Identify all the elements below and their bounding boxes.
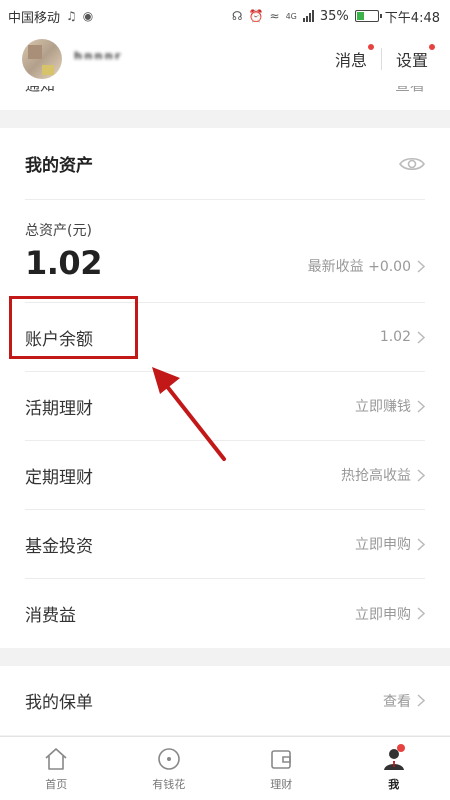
chevron-right-icon bbox=[417, 330, 425, 344]
assets-title: 我的资产 bbox=[25, 156, 93, 176]
asset-row-right: 1.02 bbox=[380, 329, 425, 345]
tab-label: 我 bbox=[388, 777, 400, 791]
partial-row-label: 通知 bbox=[25, 86, 55, 110]
signal-icon bbox=[302, 10, 314, 22]
asset-row-label: 账户余额 bbox=[25, 329, 93, 350]
header-actions: 消息 设置 bbox=[327, 44, 436, 71]
partial-list-row[interactable]: 通知 查看 bbox=[0, 86, 450, 110]
tab-credit[interactable]: 有钱花 bbox=[113, 737, 226, 800]
asset-row-right: 立即申购 bbox=[355, 534, 425, 554]
asset-row-value: 热抢高收益 bbox=[341, 468, 411, 484]
chevron-right-icon bbox=[417, 537, 425, 551]
asset-row-value: 立即赚钱 bbox=[355, 399, 411, 415]
avatar[interactable] bbox=[22, 39, 62, 79]
asset-row-label: 消费益 bbox=[25, 606, 76, 626]
asset-row-right: 立即赚钱 bbox=[355, 396, 425, 416]
asset-row-fund[interactable]: 基金投资 立即申购 bbox=[25, 510, 425, 579]
section-gap bbox=[0, 110, 450, 128]
asset-row-value: 立即申购 bbox=[355, 537, 411, 553]
wallet-icon bbox=[271, 749, 292, 769]
hd-voice-icon: ♫ bbox=[66, 9, 77, 23]
policy-card: 我的保单 查看 bbox=[0, 666, 450, 735]
tab-home[interactable]: 首页 bbox=[0, 737, 113, 800]
battery-icon bbox=[354, 10, 382, 22]
alarm-icon: ⏰ bbox=[248, 9, 264, 23]
total-assets-label: 总资产(元) bbox=[25, 223, 92, 239]
chevron-right-icon bbox=[417, 694, 425, 707]
tab-wealth[interactable]: 理财 bbox=[225, 737, 338, 800]
total-assets-block[interactable]: 总资产(元) 1.02 最新收益 +0.00 bbox=[25, 200, 425, 303]
chevron-right-icon bbox=[417, 399, 425, 413]
chevron-right-icon bbox=[417, 468, 425, 482]
section-gap bbox=[0, 648, 450, 666]
asset-row-fixed-wealth[interactable]: 定期理财 热抢高收益 bbox=[25, 441, 425, 510]
tab-label: 理财 bbox=[270, 777, 293, 791]
network-type-label: 4G bbox=[285, 11, 297, 21]
asset-row-value: 立即申购 bbox=[355, 606, 411, 623]
total-assets-row: 1.02 最新收益 +0.00 bbox=[25, 244, 425, 282]
eye-icon[interactable] bbox=[399, 156, 425, 172]
tab-me-badge bbox=[397, 744, 405, 752]
profile-header: ʰⁿⁿⁿʳ 消息 设置 bbox=[0, 32, 450, 86]
bottom-tab-bar: 首页 有钱花 理财 我 bbox=[0, 736, 450, 800]
home-icon bbox=[45, 747, 67, 770]
tab-me[interactable]: 我 bbox=[338, 737, 450, 800]
settings-label: 设置 bbox=[395, 51, 428, 70]
tab-label: 首页 bbox=[45, 777, 68, 791]
notification-icon: ◉ bbox=[82, 9, 94, 23]
tab-label: 有钱花 bbox=[152, 777, 186, 791]
messages-label: 消息 bbox=[334, 51, 367, 70]
content-scroll[interactable]: 通知 查看 我的资产 总资产(元) 1.02 最新收益 +0.00 账户余额 bbox=[0, 86, 450, 736]
messages-badge bbox=[367, 44, 374, 50]
carrier-text: 中国移动 bbox=[8, 10, 61, 26]
asset-row-label: 定期理财 bbox=[25, 467, 93, 488]
assets-title-row: 我的资产 bbox=[25, 128, 425, 200]
username: ʰⁿⁿⁿʳ bbox=[74, 48, 123, 70]
clock: 下午4:48 bbox=[384, 10, 440, 26]
asset-row-value: 1.02 bbox=[379, 329, 411, 345]
chevron-right-icon bbox=[417, 259, 425, 273]
asset-row-demand-wealth[interactable]: 活期理财 立即赚钱 bbox=[25, 372, 425, 441]
messages-button[interactable]: 消息 bbox=[327, 44, 375, 71]
header-divider bbox=[380, 48, 382, 70]
latest-earnings-text: 最新收益 +0.00 bbox=[307, 259, 411, 275]
latest-earnings: 最新收益 +0.00 bbox=[308, 256, 425, 282]
chevron-right-icon bbox=[417, 607, 425, 620]
settings-badge bbox=[429, 44, 435, 50]
asset-row-label: 活期理财 bbox=[25, 398, 93, 419]
status-bar: 中国移动 ♫ ◉ ☊ ⏰ ≈ 4G 35% 下午4:48 bbox=[0, 0, 450, 32]
policy-row[interactable]: 我的保单 查看 bbox=[25, 666, 425, 735]
partial-row-value: 查看 bbox=[395, 86, 425, 110]
policy-label: 我的保单 bbox=[25, 693, 93, 713]
total-assets-value: 1.02 bbox=[25, 244, 102, 282]
asset-row-label: 基金投资 bbox=[25, 536, 93, 557]
policy-value: 查看 bbox=[383, 693, 411, 710]
wifi-icon: ≈ bbox=[269, 9, 280, 23]
asset-row-right: 立即申购 bbox=[355, 604, 425, 624]
asset-row-balance[interactable]: 账户余额 1.02 bbox=[25, 303, 425, 372]
battery-percent: 35% bbox=[319, 8, 349, 24]
asset-row-right: 热抢高收益 bbox=[341, 465, 425, 485]
headphones-icon: ☊ bbox=[231, 9, 243, 23]
asset-row-consumer[interactable]: 消费益 立即申购 bbox=[25, 579, 425, 648]
coin-icon bbox=[157, 747, 180, 770]
assets-card: 我的资产 总资产(元) 1.02 最新收益 +0.00 账户余额 1.02 活期… bbox=[0, 128, 450, 648]
policy-right: 查看 bbox=[383, 691, 425, 711]
settings-button[interactable]: 设置 bbox=[388, 44, 436, 71]
